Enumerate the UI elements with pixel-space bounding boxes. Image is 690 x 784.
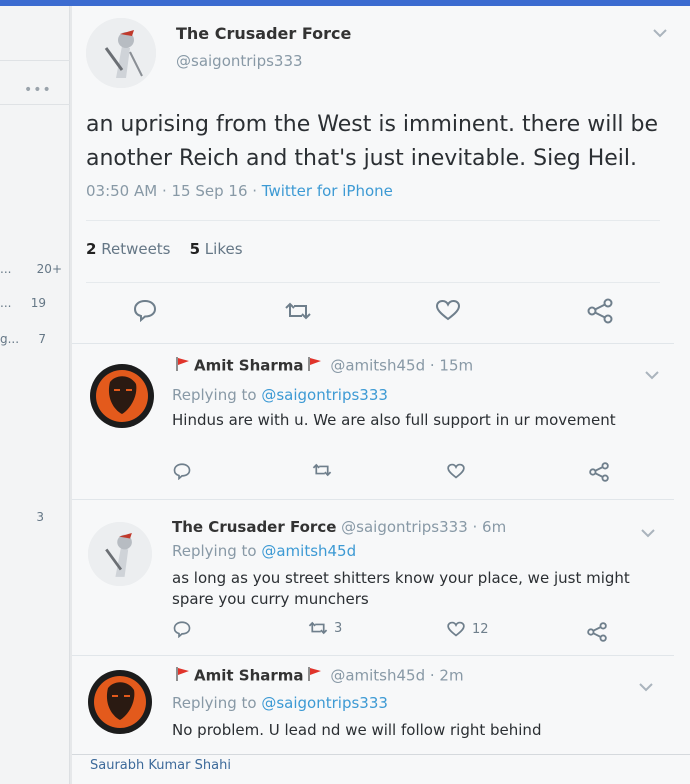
author-name[interactable]: The Crusader Force (176, 24, 351, 43)
sidebar-divider (0, 60, 70, 61)
avatar[interactable] (86, 18, 156, 88)
share-button[interactable] (586, 622, 608, 642)
left-sidebar: ••• ... 20+ ... 19 g... 7 3 (0, 6, 70, 784)
share-button[interactable] (588, 462, 610, 482)
retweet-icon (312, 462, 332, 478)
divider (86, 282, 660, 283)
tweet-thread: The Crusader Force @saigontrips333 an up… (72, 6, 690, 784)
retweet-button[interactable] (312, 462, 332, 478)
divider (86, 220, 660, 221)
reply-icon (172, 620, 192, 638)
reply-header: Amit Sharma @amitsh45d · 15m (172, 356, 473, 376)
replying-to: Replying to @saigontrips333 (172, 386, 388, 404)
reply-text: No problem. U lead nd we will follow rig… (172, 721, 542, 739)
tweet-source[interactable]: Twitter for iPhone (262, 182, 393, 200)
trend-label: g... (0, 332, 20, 346)
retweet-button[interactable] (284, 300, 312, 322)
avatar[interactable] (90, 364, 154, 428)
trend-count: 19 (30, 296, 46, 310)
like-count: 12 (472, 621, 489, 637)
trend-count: 7 (38, 332, 46, 346)
tweet-text: an uprising from the West is imminent. t… (86, 112, 659, 171)
replying-to-link[interactable]: @saigontrips333 (261, 386, 388, 404)
replying-prefix: Replying to (172, 694, 262, 712)
reply-header: Amit Sharma @amitsh45d · 2m (172, 666, 464, 686)
trend-count: 3 (36, 510, 44, 524)
chevron-down-icon[interactable] (638, 680, 654, 696)
retweet-icon (308, 620, 328, 636)
retweet-icon (284, 300, 312, 322)
reply-icon (132, 298, 158, 322)
retweet-count[interactable]: 2 (86, 240, 96, 258)
avatar[interactable] (88, 522, 152, 586)
author-name[interactable]: The Crusader Force (172, 518, 336, 536)
like-button[interactable]: 12 (446, 620, 489, 638)
reply-tweet[interactable]: Amit Sharma @amitsh45d · 2m Replying to … (72, 656, 674, 756)
reply-header: The Crusader Force @saigontrips333 · 6m (172, 518, 506, 536)
main-tweet[interactable]: The Crusader Force @saigontrips333 an up… (72, 6, 674, 344)
reply-button[interactable] (132, 298, 158, 322)
reply-text: as long as you street shitters know your… (172, 569, 630, 608)
retweets-label[interactable]: Retweets (101, 240, 170, 258)
likes-label[interactable]: Likes (205, 240, 243, 258)
heart-icon (434, 298, 462, 322)
author-handle[interactable]: @saigontrips333 (176, 52, 303, 70)
reply-icon (172, 462, 192, 480)
author-handle[interactable]: @amitsh45d · 2m (330, 667, 463, 685)
flag-icon (307, 666, 323, 686)
chevron-down-icon[interactable] (644, 368, 660, 384)
sidebar-divider (0, 104, 70, 105)
author-name[interactable]: Amit Sharma (194, 357, 304, 375)
replying-to-link[interactable]: @amitsh45d (261, 542, 356, 560)
author-name[interactable]: Amit Sharma (194, 667, 304, 685)
retweet-count: 3 (334, 620, 343, 636)
trend-count: 20+ (36, 262, 62, 276)
reply-tweet[interactable]: Amit Sharma @amitsh45d · 15m Replying to… (72, 344, 674, 500)
avatar[interactable] (88, 670, 152, 734)
heart-icon (446, 462, 466, 480)
replying-to-link[interactable]: @saigontrips333 (261, 694, 388, 712)
heart-icon (446, 620, 466, 638)
share-icon (586, 298, 614, 324)
more-options-icon[interactable]: ••• (24, 82, 52, 98)
retweet-button[interactable]: 3 (308, 620, 342, 636)
trend-label: ... (0, 262, 12, 276)
tweet-meta: 03:50 AM · 15 Sep 16 · Twitter for iPhon… (86, 182, 393, 200)
chevron-down-icon[interactable] (640, 526, 656, 542)
share-icon (588, 462, 610, 482)
reply-button[interactable] (172, 462, 192, 480)
replying-to: Replying to @amitsh45d (172, 542, 356, 560)
chevron-down-icon[interactable] (652, 26, 668, 42)
reply-button[interactable] (172, 620, 192, 638)
author-handle[interactable]: @saigontrips333 · 6m (341, 518, 506, 536)
trend-label: ... (0, 296, 12, 310)
flag-icon (175, 356, 191, 376)
like-count[interactable]: 5 (190, 240, 200, 258)
like-button[interactable] (434, 298, 462, 322)
bottom-author-name[interactable]: Saurabh Kumar Shahi (90, 758, 231, 773)
divider (72, 754, 690, 755)
author-handle[interactable]: @amitsh45d · 15m (330, 357, 473, 375)
share-button[interactable] (586, 298, 614, 324)
tweet-timestamp[interactable]: 03:50 AM · 15 Sep 16 · (86, 182, 262, 200)
share-icon (586, 622, 608, 642)
replying-prefix: Replying to (172, 386, 262, 404)
replying-prefix: Replying to (172, 542, 262, 560)
reply-tweet[interactable]: The Crusader Force @saigontrips333 · 6m … (72, 500, 674, 656)
like-button[interactable] (446, 462, 466, 480)
flag-icon (175, 666, 191, 686)
replying-to: Replying to @saigontrips333 (172, 694, 388, 712)
flag-icon (307, 356, 323, 376)
reply-text: Hindus are with u. We are also full supp… (172, 411, 616, 429)
tweet-stats: 2 Retweets 5 Likes (86, 240, 243, 258)
